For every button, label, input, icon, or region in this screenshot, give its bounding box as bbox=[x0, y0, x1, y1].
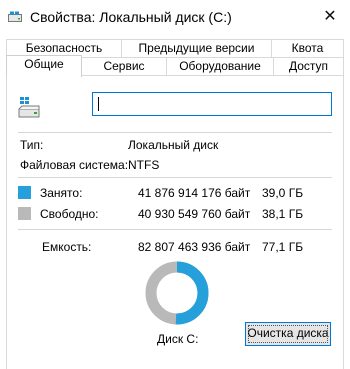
capacity-size: 77,1 ГБ bbox=[262, 240, 304, 254]
tab-row-bottom: Общие Сервис Оборудование Доступ bbox=[6, 55, 344, 77]
capacity-bytes: 82 807 463 936 байт bbox=[138, 240, 251, 254]
drive-icon bbox=[18, 97, 40, 118]
close-button[interactable]: ✕ bbox=[310, 0, 350, 34]
filesystem-value: NTFS bbox=[128, 158, 160, 172]
used-space-size: 39,0 ГБ bbox=[262, 186, 304, 200]
tab-service[interactable]: Сервис bbox=[81, 57, 167, 75]
tab-general[interactable]: Общие bbox=[6, 55, 82, 77]
tab-sharing[interactable]: Доступ bbox=[273, 57, 344, 75]
tab-previous-versions[interactable]: Предыдущие версии bbox=[121, 39, 272, 57]
volume-name-input[interactable] bbox=[92, 92, 332, 116]
disk-label: Диск C: bbox=[157, 332, 199, 346]
type-value: Локальный диск bbox=[128, 138, 219, 152]
separator bbox=[18, 132, 332, 133]
filesystem-label: Файловая система: bbox=[20, 158, 129, 172]
disk-cleanup-button[interactable]: Очистка диска bbox=[245, 322, 331, 346]
close-icon: ✕ bbox=[323, 8, 337, 25]
separator bbox=[18, 177, 332, 178]
separator bbox=[18, 229, 332, 230]
drive-app-icon bbox=[8, 11, 22, 22]
title-bar: Свойства: Локальный диск (C:) ✕ bbox=[0, 0, 350, 34]
type-label: Тип: bbox=[20, 138, 44, 152]
disk-usage-chart bbox=[145, 261, 209, 325]
free-space-label: Свободно: bbox=[40, 207, 99, 221]
tab-hardware[interactable]: Оборудование bbox=[166, 57, 274, 75]
tab-quota[interactable]: Квота bbox=[271, 39, 344, 57]
text-caret bbox=[98, 97, 99, 111]
used-space-bytes: 41 876 914 176 байт bbox=[138, 186, 251, 200]
used-space-swatch bbox=[18, 186, 31, 199]
free-space-bytes: 40 930 549 760 байт bbox=[138, 207, 251, 221]
window-title: Свойства: Локальный диск (C:) bbox=[30, 9, 232, 25]
used-space-label: Занято: bbox=[40, 186, 83, 200]
free-space-swatch bbox=[18, 207, 31, 220]
capacity-label: Емкость: bbox=[42, 240, 92, 254]
free-space-size: 38,1 ГБ bbox=[262, 207, 304, 221]
